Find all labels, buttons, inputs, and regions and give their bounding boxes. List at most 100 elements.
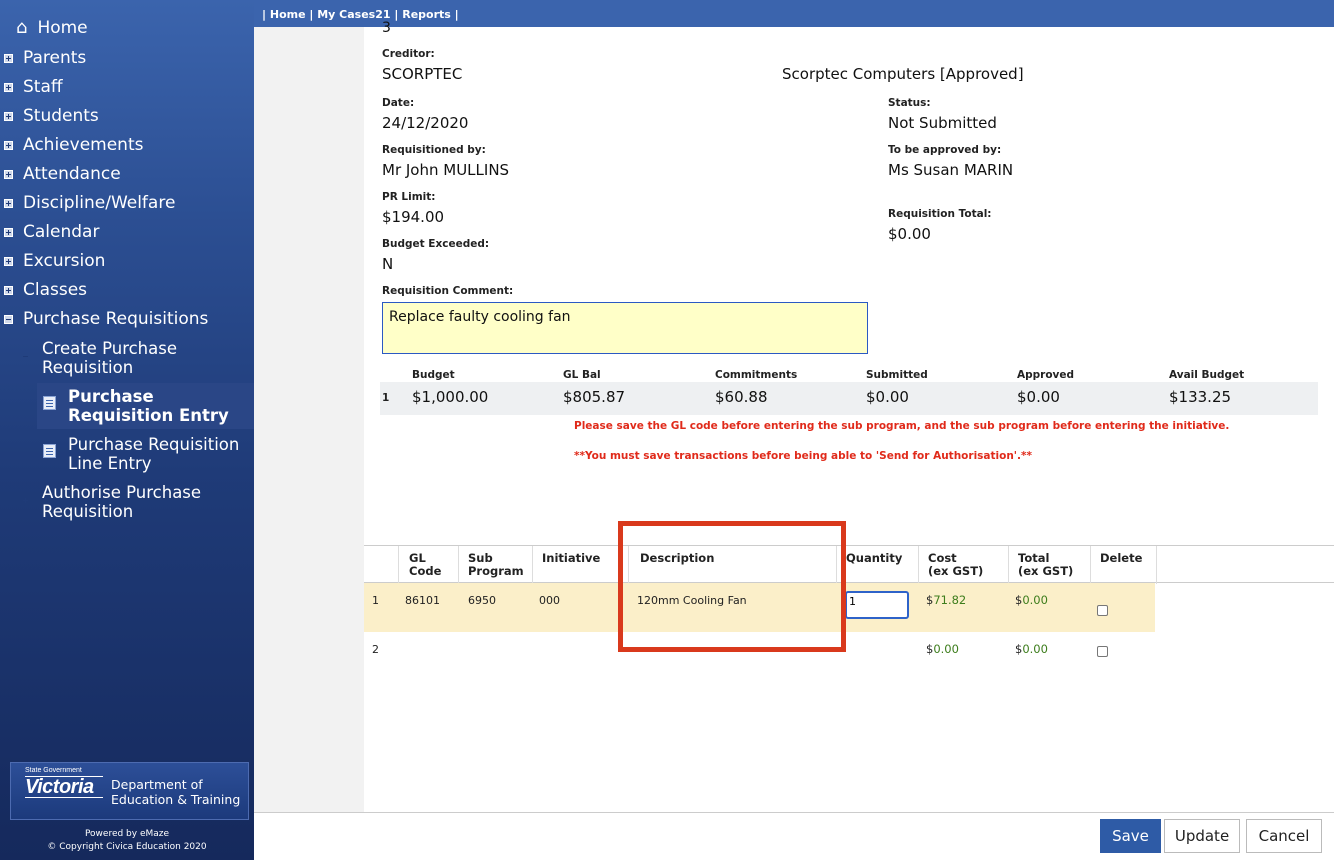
gl-code-header: GL Code (409, 551, 442, 578)
document-icon (43, 444, 56, 458)
copyright: © Copyright Civica Education 2020 (47, 842, 207, 852)
approver-value: Ms Susan MARIN (888, 161, 1014, 179)
initiative-header: Initiative (542, 551, 601, 565)
powered-by: Powered by eMaze (84, 829, 170, 839)
sidebar-item-discipline[interactable]: Discipline/Welfare (0, 193, 175, 213)
expand-icon (4, 198, 13, 208)
budget-exceeded-value: N (382, 255, 394, 273)
update-button[interactable]: Update (1164, 819, 1240, 853)
top-nav: | Home | My Cases21 | Reports | (262, 8, 459, 21)
gl-code-cell[interactable]: 86101 (405, 594, 440, 607)
total-label: Requisition Total: (888, 208, 992, 220)
home-icon: ⌂ (16, 17, 28, 38)
budget-value: $1,000.00 (412, 388, 489, 406)
column-divider (1008, 546, 1009, 584)
column-divider (398, 546, 399, 584)
collapse-icon (4, 314, 13, 324)
total-header: Total (ex GST) (1018, 551, 1074, 578)
comment-textarea[interactable]: Replace faulty cooling fan (382, 302, 868, 354)
sidebar-item-achievements[interactable]: Achievements (0, 135, 143, 155)
department-logo: State Government Victoria Department of … (10, 762, 249, 820)
sidebar-item-authorise-pr[interactable]: Authorise Purchase Requisition (42, 483, 242, 521)
sidebar-item-purchase-requisitions[interactable]: Purchase Requisitions (0, 309, 208, 329)
cost-cell: $0.00 (926, 642, 959, 656)
avail-budget-header: Avail Budget (1169, 369, 1245, 381)
sub-program-cell[interactable]: 6950 (468, 594, 496, 607)
sidebar-item-label: Staff (23, 77, 63, 97)
top-link-home[interactable]: Home (270, 8, 306, 21)
expand-icon (4, 111, 13, 121)
creditor-label: Creditor: (382, 48, 435, 60)
sidebar-item-parents[interactable]: Parents (0, 48, 86, 68)
requisitioned-by-label: Requisitioned by: (382, 144, 486, 156)
submitted-value: $0.00 (866, 388, 909, 406)
gl-bal-header: GL Bal (563, 369, 601, 381)
delete-checkbox[interactable] (1097, 605, 1108, 616)
initiative-cell[interactable]: 000 (539, 594, 560, 607)
sidebar-item-students[interactable]: Students (0, 106, 99, 126)
pr-limit-label: PR Limit: (382, 191, 436, 203)
content-gutter (254, 27, 364, 812)
sidebar-item-label: Students (23, 106, 99, 126)
document-icon (43, 396, 56, 410)
notice-save-transactions: **You must save transactions before bein… (574, 450, 1032, 462)
sidebar-item-attendance[interactable]: Attendance (0, 164, 121, 184)
budget-row: 1 $1,000.00 $805.87 $60.88 $0.00 $0.00 $… (380, 382, 1318, 415)
total-value: $0.00 (888, 225, 931, 243)
description-highlight-box (618, 521, 846, 652)
column-divider (1156, 546, 1157, 584)
budget-header: Budget (412, 369, 455, 381)
row-number: 1 (372, 594, 379, 607)
column-divider (1090, 546, 1091, 584)
save-button[interactable]: Save (1100, 819, 1161, 853)
expand-icon (4, 140, 13, 150)
sidebar-item-excursion[interactable]: Excursion (0, 251, 105, 271)
creditor-code: SCORPTEC (382, 65, 463, 83)
sub-program-header: Sub Program (468, 551, 524, 578)
date-value: 24/12/2020 (382, 114, 469, 132)
gl-bal-value: $805.87 (563, 388, 626, 406)
expand-icon (4, 227, 13, 237)
avail-budget-value: $133.25 (1169, 388, 1232, 406)
department-name: Department of Education & Training (111, 777, 241, 807)
sidebar-item-calendar[interactable]: Calendar (0, 222, 99, 242)
expand-icon (4, 169, 13, 179)
sidebar-item-label: Excursion (23, 251, 106, 271)
expand-icon (4, 285, 13, 295)
sidebar-item-classes[interactable]: Classes (0, 280, 87, 300)
sidebar-item-label: Home (37, 17, 88, 38)
sidebar-item-home[interactable]: ⌂ Home (0, 17, 88, 38)
total-cell: $0.00 (1015, 642, 1048, 656)
submitted-header: Submitted (866, 369, 928, 381)
cut-off-value: 3 (382, 20, 391, 34)
top-link-my-cases[interactable]: My Cases21 (317, 8, 390, 21)
creditor-name: Scorptec Computers [Approved] (782, 65, 1024, 83)
approved-value: $0.00 (1017, 388, 1060, 406)
approver-label: To be approved by: (888, 144, 1002, 156)
budget-row-number: 1 (382, 392, 390, 404)
sidebar-item-label: Achievements (23, 135, 144, 155)
delete-checkbox[interactable] (1097, 646, 1108, 657)
sidebar-item-label: Attendance (23, 164, 121, 184)
sidebar-item-pr-line-entry[interactable]: Purchase Requisition Line Entry (68, 435, 248, 473)
sidebar-item-staff[interactable]: Staff (0, 77, 63, 97)
sidebar-item-label: Purchase Requisitions (23, 309, 209, 329)
cost-cell: $71.82 (926, 593, 967, 607)
sidebar-item-label: Parents (23, 48, 87, 68)
line-grid-header: GL Code Sub Program Initiative Description… (364, 545, 1334, 584)
total-cell: $0.00 (1015, 593, 1048, 607)
top-link-reports[interactable]: Reports (402, 8, 451, 21)
column-divider (458, 546, 459, 584)
cancel-button[interactable]: Cancel (1246, 819, 1322, 853)
sidebar-item-create-pr[interactable]: Create Purchase Requisition (42, 339, 242, 377)
quantity-input[interactable]: 1 (845, 591, 909, 619)
pr-limit-value: $194.00 (382, 208, 445, 226)
requisitioned-by-value: Mr John MULLINS (382, 161, 510, 179)
delete-header: Delete (1100, 551, 1143, 565)
budget-exceeded-label: Budget Exceeded: (382, 238, 490, 250)
sidebar-item-pr-entry[interactable]: Purchase Requisition Entry (68, 387, 248, 425)
sidebar-item-label: Discipline/Welfare (23, 193, 176, 213)
expand-icon (4, 82, 13, 92)
top-bar: | Home | My Cases21 | Reports | (254, 0, 1334, 27)
victoria-logo: State Government Victoria (25, 767, 103, 813)
